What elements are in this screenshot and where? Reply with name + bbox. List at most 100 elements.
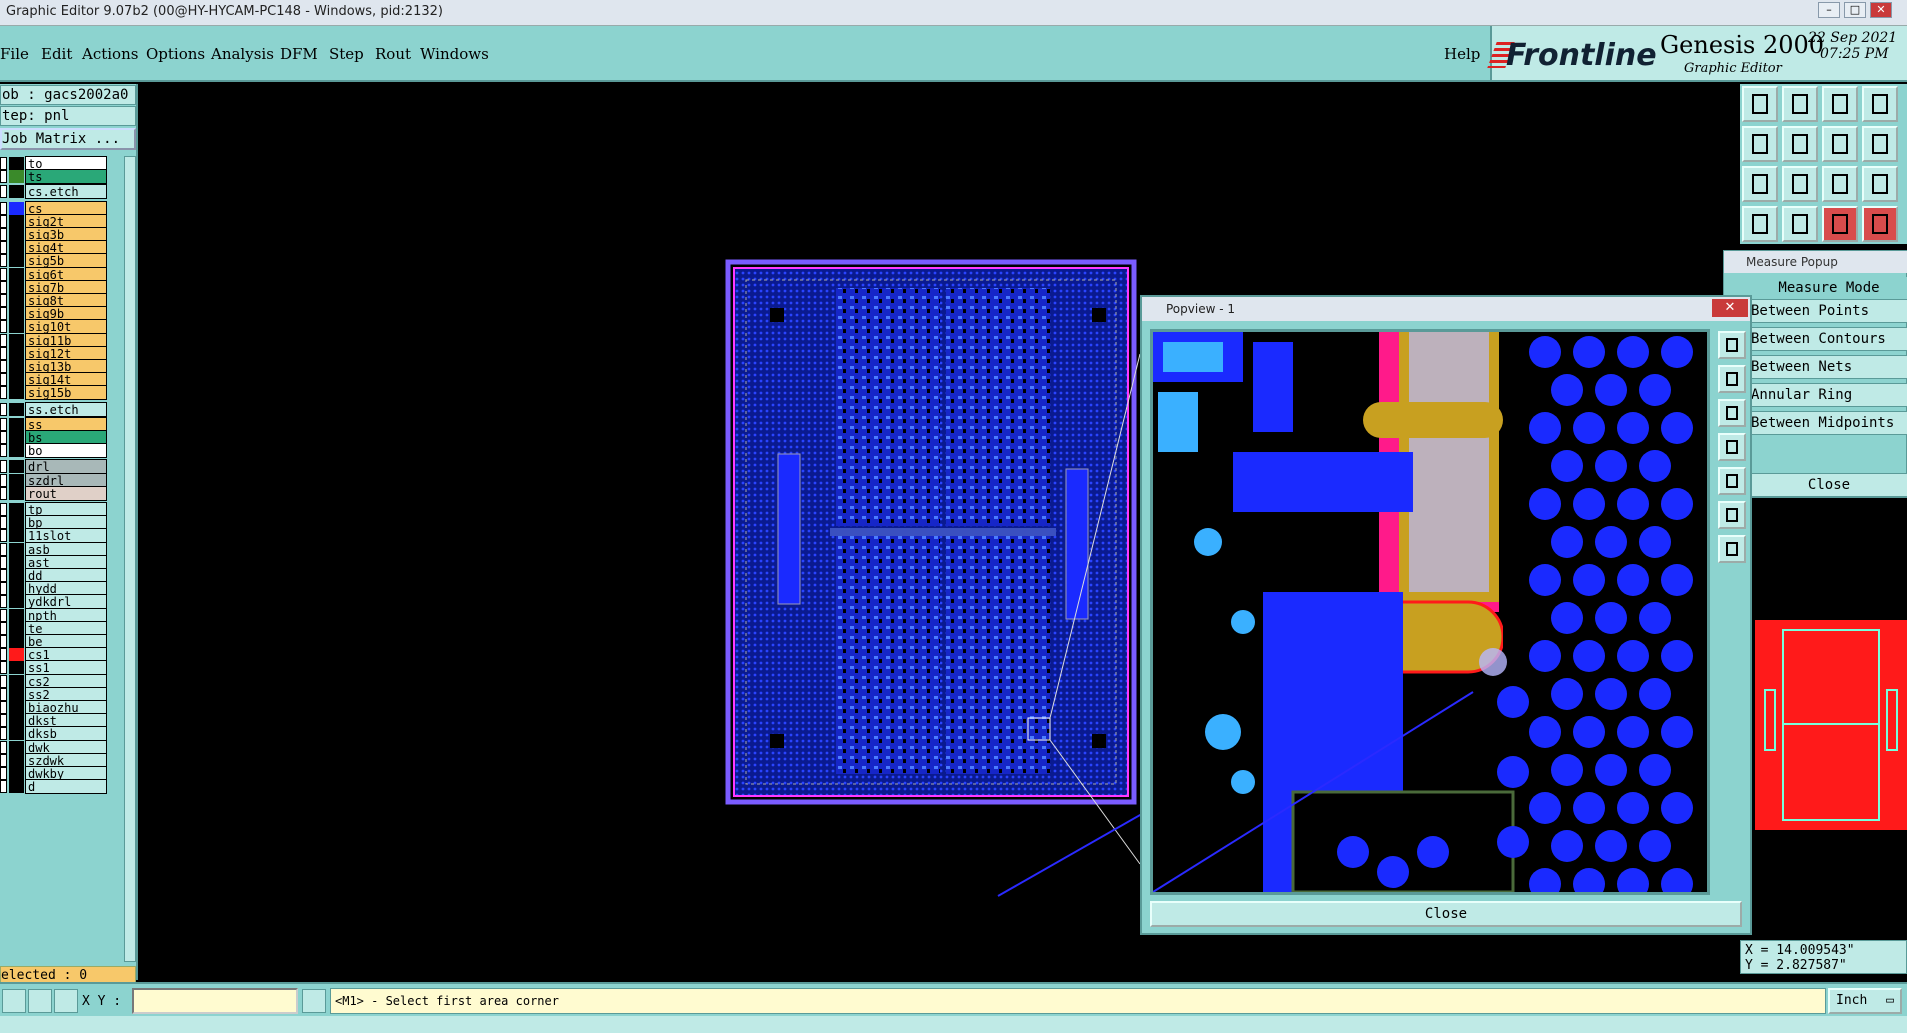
layer-checkbox[interactable] <box>0 687 7 701</box>
between-points-button[interactable]: Between Points <box>1750 299 1907 323</box>
layer-checkbox[interactable] <box>0 294 7 307</box>
layer-color-swatch[interactable] <box>9 582 24 596</box>
layer-name[interactable]: sig15b <box>25 385 107 401</box>
layer-color-swatch[interactable] <box>9 333 24 347</box>
layer-checkbox[interactable] <box>0 444 7 458</box>
layer-checkbox[interactable] <box>0 417 7 431</box>
layer-color-swatch[interactable] <box>9 503 24 516</box>
layer-checkbox[interactable] <box>0 674 7 688</box>
layer-color-swatch[interactable] <box>9 473 24 487</box>
layer-checkbox[interactable] <box>0 608 7 622</box>
menu-edit[interactable]: Edit <box>41 45 72 63</box>
layer-color-swatch[interactable] <box>9 267 24 281</box>
layer-checkbox[interactable] <box>0 516 7 530</box>
layer-checkbox[interactable] <box>0 701 7 714</box>
layer-name[interactable]: ss.etch <box>25 401 107 417</box>
popview-fit-icon[interactable] <box>1718 501 1746 529</box>
layer-color-swatch[interactable] <box>9 608 24 622</box>
layer-color-swatch[interactable] <box>9 241 24 255</box>
popview-pan-left-icon[interactable] <box>1718 433 1746 461</box>
layer-checkbox[interactable] <box>0 333 7 347</box>
layer-checkbox[interactable] <box>0 157 7 170</box>
job-matrix-button[interactable]: Job Matrix ... <box>0 128 136 150</box>
layer-color-swatch[interactable] <box>9 170 24 184</box>
layer-display-icon[interactable] <box>1822 206 1858 242</box>
layer-color-swatch[interactable] <box>9 740 24 754</box>
layer-color-swatch[interactable] <box>9 621 24 635</box>
layer-checkbox[interactable] <box>0 635 7 648</box>
layer-color-swatch[interactable] <box>9 417 24 431</box>
layer-color-swatch[interactable] <box>9 402 24 416</box>
zoom-fit-icon[interactable] <box>1822 126 1858 162</box>
measure-close-button[interactable]: Close <box>1750 473 1907 497</box>
grid-mode-icon[interactable] <box>54 989 78 1013</box>
layer-color-swatch[interactable] <box>9 753 24 767</box>
layer-checkbox[interactable] <box>0 460 7 474</box>
layer-color-swatch[interactable] <box>9 661 24 675</box>
layer-checkbox[interactable] <box>0 201 7 215</box>
layer-checkbox[interactable] <box>0 386 7 400</box>
between-midpoints-button[interactable]: Between Midpoints <box>1750 411 1907 435</box>
popview-zoom-in-icon[interactable] <box>1718 331 1746 359</box>
help-icon[interactable] <box>1862 166 1898 202</box>
layer-row[interactable]: sig15b <box>0 385 110 401</box>
popview-close-icon[interactable]: ✕ <box>1712 299 1748 317</box>
popview-canvas[interactable] <box>1150 329 1710 895</box>
layer-color-swatch[interactable] <box>9 373 24 387</box>
draw-mode-icon[interactable] <box>28 989 52 1013</box>
layer-checkbox[interactable] <box>0 185 7 199</box>
layer-color-swatch[interactable] <box>9 444 24 458</box>
popview-center-icon[interactable] <box>1718 535 1746 563</box>
layer-checkbox[interactable] <box>0 267 7 281</box>
layer-name[interactable]: ts <box>25 169 107 185</box>
menu-step[interactable]: Step <box>329 45 364 63</box>
layer-color-swatch[interactable] <box>9 486 24 500</box>
layer-color-swatch[interactable] <box>9 307 24 321</box>
layer-color-swatch[interactable] <box>9 360 24 373</box>
layer-checkbox[interactable] <box>0 727 7 741</box>
layer-color-swatch[interactable] <box>9 529 24 543</box>
layer-color-swatch[interactable] <box>9 214 24 228</box>
layer-checkbox[interactable] <box>0 170 7 184</box>
menu-analysis[interactable]: Analysis <box>211 45 274 63</box>
layer-checkbox[interactable] <box>0 307 7 321</box>
layer-color-swatch[interactable] <box>9 727 24 741</box>
layer-checkbox[interactable] <box>0 486 7 500</box>
menu-help[interactable]: Help <box>1444 45 1480 63</box>
layer-checkbox[interactable] <box>0 320 7 334</box>
layer-row[interactable]: cs.etch <box>0 184 110 200</box>
layer-row[interactable]: ts <box>0 169 110 185</box>
popview-close-button[interactable]: Close <box>1150 901 1742 927</box>
grid-icon[interactable] <box>1782 206 1818 242</box>
layer-checkbox[interactable] <box>0 767 7 780</box>
layer-color-swatch[interactable] <box>9 185 24 199</box>
units-selector[interactable]: Inch ▭ <box>1828 988 1902 1014</box>
zoom-center-icon[interactable] <box>1782 166 1818 202</box>
layer-color-swatch[interactable] <box>9 280 24 294</box>
layer-color-swatch[interactable] <box>9 516 24 530</box>
layer-color-swatch[interactable] <box>9 687 24 701</box>
layer-checkbox[interactable] <box>0 714 7 728</box>
layer-color-swatch[interactable] <box>9 346 24 360</box>
layer-color-swatch[interactable] <box>9 569 24 582</box>
menu-options[interactable]: Options <box>146 45 205 63</box>
layer-color-swatch[interactable] <box>9 460 24 474</box>
menu-file[interactable]: File <box>0 45 29 63</box>
menu-actions[interactable]: Actions <box>82 45 138 63</box>
layer-color-swatch[interactable] <box>9 674 24 688</box>
layer-color-swatch[interactable] <box>9 294 24 307</box>
layer-name[interactable]: rout <box>25 485 107 501</box>
layer-color-swatch[interactable] <box>9 767 24 780</box>
layer-checkbox[interactable] <box>0 595 7 609</box>
layer-color-swatch[interactable] <box>9 320 24 334</box>
maximize-icon[interactable]: □ <box>1844 2 1866 18</box>
layer-checkbox[interactable] <box>0 473 7 487</box>
zoom-extents-icon[interactable] <box>1742 166 1778 202</box>
layer-color-swatch[interactable] <box>9 701 24 714</box>
between-contours-button[interactable]: Between Contours <box>1750 327 1907 351</box>
zoom-home-icon[interactable] <box>1742 86 1778 122</box>
layer-checkbox[interactable] <box>0 360 7 373</box>
between-nets-button[interactable]: Between Nets <box>1750 355 1907 379</box>
layer-color-swatch[interactable] <box>9 201 24 215</box>
layer-color-swatch[interactable] <box>9 595 24 609</box>
